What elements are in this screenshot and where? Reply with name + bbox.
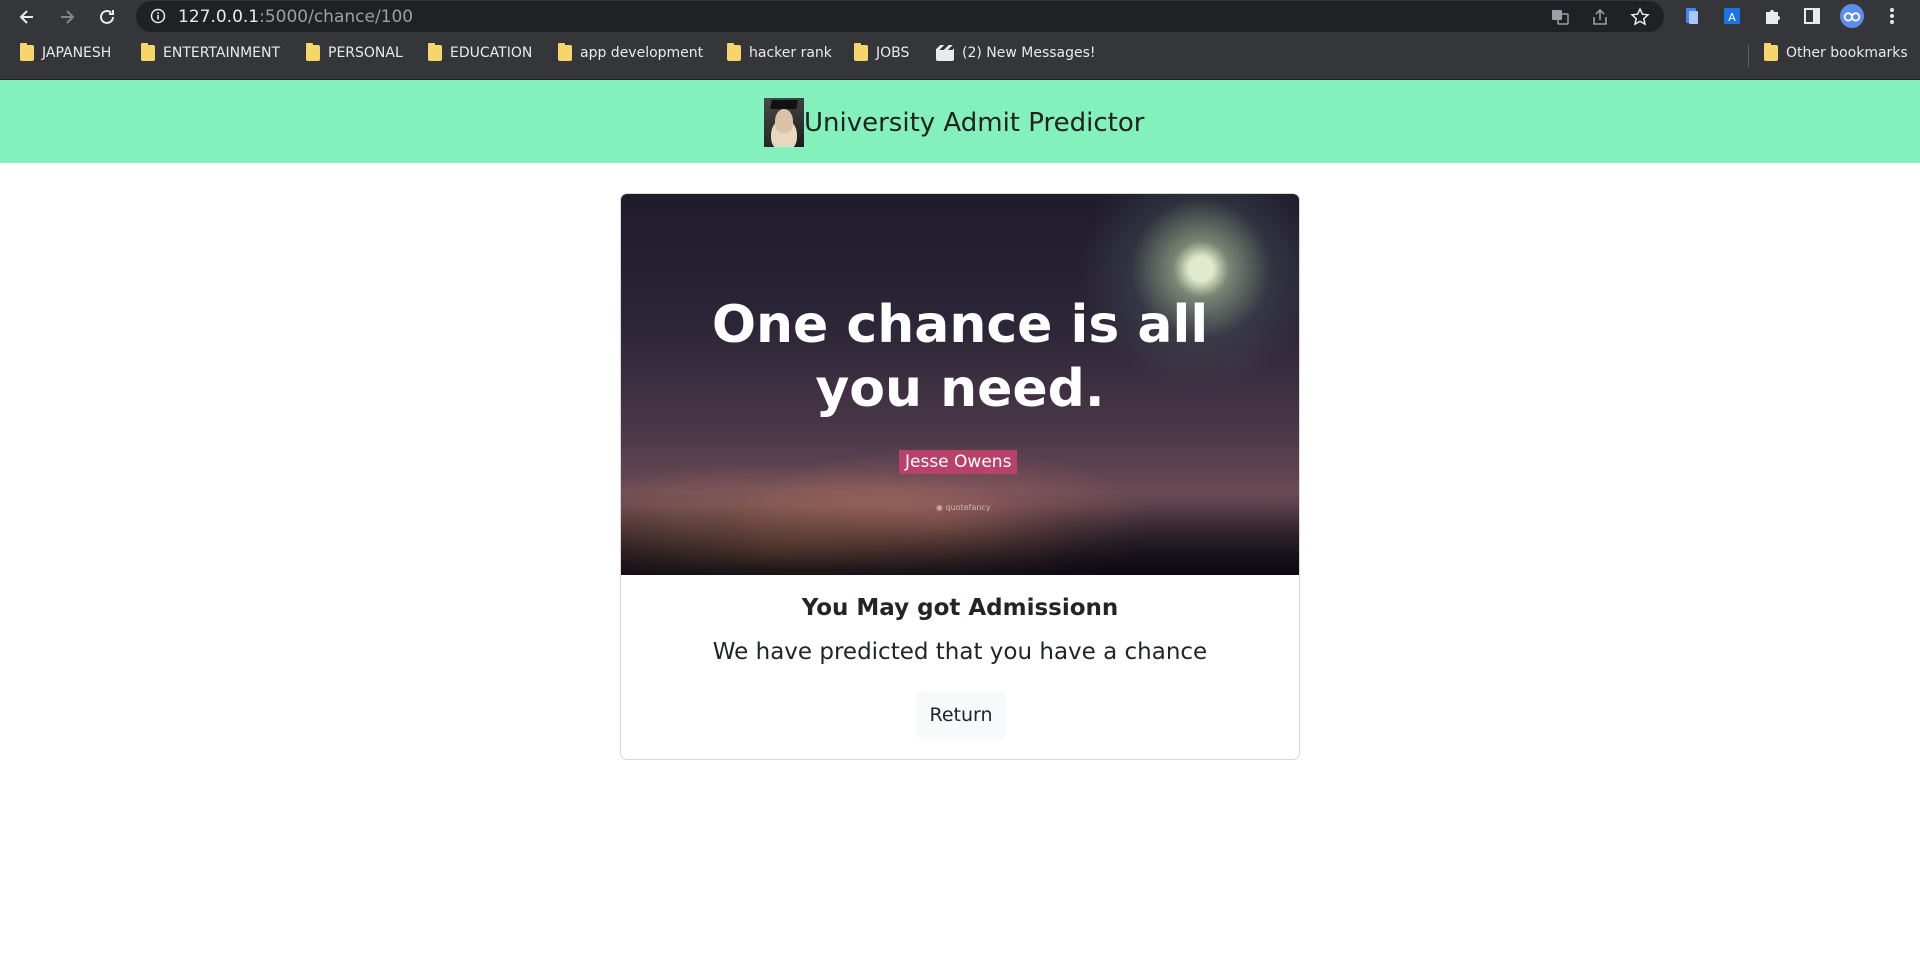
brand-title: University Admit Predictor [804,107,1145,138]
reload-icon[interactable] [94,4,120,30]
watermark: ◉ quotefancy [936,503,991,512]
navbar-brand[interactable]: University Admit Predictor [764,98,1144,147]
profile-avatar-icon[interactable] [1840,4,1864,28]
site-navbar: University Admit Predictor [0,80,1920,163]
quote-text: One chance is all you need. [711,295,1209,419]
star-icon[interactable] [1628,5,1652,29]
folder-icon [20,43,34,61]
svg-text:A: A [1728,11,1736,24]
bookmark-new-messages[interactable]: (2) New Messages! [936,45,1096,61]
quote-image: One chance is all you need. Jesse Owens … [621,194,1299,575]
folder-icon [141,43,155,61]
result-card: One chance is all you need. Jesse Owens … [620,193,1300,760]
bookmark-folder-personal[interactable]: PERSONAL [306,43,403,61]
folder-icon [727,43,741,61]
bookmark-folder-japanesh[interactable]: JAPANESH [20,43,111,61]
bookmark-folder-app-development[interactable]: app development [558,43,703,61]
bookmark-folder-jobs[interactable]: JOBS [854,43,909,61]
folder-icon [1764,43,1778,61]
extension-icon[interactable]: A [1720,4,1744,28]
return-button[interactable]: Return [916,691,1006,739]
quote-author: Jesse Owens [899,450,1018,474]
sidepanel-icon[interactable] [1800,4,1824,28]
bookmarks-divider [1748,45,1749,67]
bookmark-folder-education[interactable]: EDUCATION [428,43,532,61]
share-icon[interactable] [1588,5,1612,29]
forward-arrow-icon[interactable] [54,4,80,30]
card-title: You May got Admissionn [801,595,1119,621]
graduate-logo-image [764,98,804,147]
address-bar[interactable]: 127.0.0.1:5000/chance/100 [136,1,1664,32]
puzzle-icon[interactable] [1760,4,1784,28]
extension-icon[interactable] [1680,4,1704,28]
kebab-menu-icon[interactable] [1880,4,1904,28]
folder-icon [428,43,442,61]
browser-toolbar: 127.0.0.1:5000/chance/100 A [0,0,1920,33]
translate-icon[interactable] [1548,5,1572,29]
clapperboard-icon [936,45,954,61]
folder-icon [306,43,320,61]
folder-icon [558,43,572,61]
bookmarks-bar: JAPANESH ENTERTAINMENT PERSONAL EDUCATIO… [0,33,1920,80]
folder-icon [854,43,868,61]
bookmark-other-bookmarks[interactable]: Other bookmarks [1764,43,1908,61]
bookmark-folder-entertainment[interactable]: ENTERTAINMENT [141,43,280,61]
info-icon[interactable] [150,8,166,29]
back-arrow-icon[interactable] [14,4,40,30]
bookmark-folder-hacker-rank[interactable]: hacker rank [727,43,832,61]
url-text[interactable]: 127.0.0.1:5000/chance/100 [178,7,413,27]
card-text: We have predicted that you have a chance [712,639,1208,665]
